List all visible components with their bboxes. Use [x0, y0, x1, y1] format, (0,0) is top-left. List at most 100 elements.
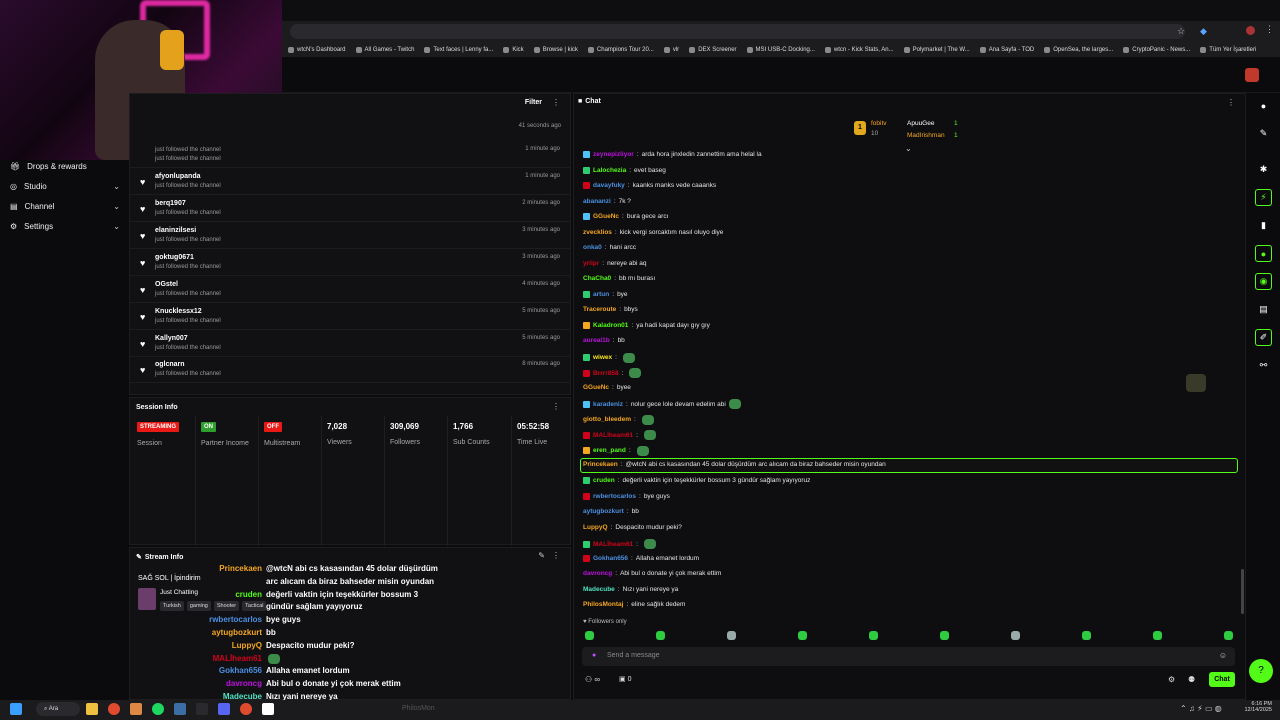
tray-icons[interactable]: ⌃ ♫ ⚡︎ ▭ ◍	[1180, 704, 1222, 713]
profile-avatar[interactable]	[1246, 26, 1255, 35]
chat-username[interactable]: GGueNc	[593, 213, 619, 220]
panel-menu-icon[interactable]: ⋮	[552, 98, 560, 107]
kick-help-button[interactable]: ?	[1249, 659, 1273, 683]
broadcast-icon[interactable]: ◉	[1255, 273, 1272, 290]
chat-username[interactable]: artun	[593, 291, 609, 298]
chat-username[interactable]: giotto_bleedem	[583, 416, 631, 423]
panel-menu-icon[interactable]: ⋮	[552, 402, 560, 411]
chat-username[interactable]: Kaladron01	[593, 322, 628, 329]
microphone-icon[interactable]: ●	[592, 652, 596, 659]
bookmark-item[interactable]: Polymarket | The W...	[903, 46, 970, 53]
target-icon[interactable]: ✱	[1255, 161, 1272, 178]
info-icon[interactable]: ●	[1255, 97, 1272, 114]
follower-name[interactable]: OGstel	[155, 281, 178, 288]
chat-username[interactable]: onka0	[583, 244, 602, 251]
sidebar-item-drops[interactable]: 🎁︎ Drops & rewards	[10, 162, 120, 171]
quick-emote-icon[interactable]	[1082, 631, 1091, 640]
clock[interactable]: 6:16 PM 12/14/2025	[1244, 701, 1272, 713]
bookmark-item[interactable]: Text faces | Lenny fa...	[424, 46, 493, 53]
chat-username[interactable]: Lalochezia	[593, 167, 626, 174]
settings-gear-icon[interactable]: ⚙	[1168, 675, 1175, 684]
share-icon[interactable]: ⚯	[1255, 357, 1272, 374]
bookmark-item[interactable]: Browse | kick	[533, 46, 578, 53]
chat-username[interactable]: ChaCha0	[583, 275, 611, 282]
bolt-icon[interactable]: ⚡︎	[1255, 189, 1272, 206]
filter-button[interactable]: Filter	[525, 99, 542, 106]
bookmark-item[interactable]: All Games - Twitch	[355, 46, 414, 53]
panel-menu-icon[interactable]: ⋮	[552, 551, 560, 560]
chat-input[interactable]: ● Send a message ☺	[582, 647, 1235, 666]
follower-name[interactable]: Knucklessx12	[155, 308, 202, 315]
chat-menu-icon[interactable]: ⋮	[1227, 98, 1235, 107]
edit-icon[interactable]: ✎	[538, 551, 545, 560]
chat-username[interactable]: davayfuky	[593, 182, 625, 189]
bookmark-item[interactable]: Kick	[503, 46, 524, 53]
steam-icon[interactable]	[174, 703, 186, 715]
chat-username[interactable]: Traceroute	[583, 306, 616, 313]
pen-icon[interactable]: ✎	[1255, 125, 1272, 142]
chrome-2-icon[interactable]	[240, 703, 252, 715]
stream-tag[interactable]: Turkish	[160, 601, 184, 611]
wrench-icon[interactable]: ✐	[1255, 329, 1272, 346]
follower-name[interactable]: goktug0671	[155, 254, 194, 261]
app-icon[interactable]	[130, 703, 142, 715]
file-explorer-icon[interactable]	[86, 703, 98, 715]
chat-username[interactable]: wiwex	[593, 354, 612, 361]
chat-username[interactable]: MALİheam61	[593, 432, 633, 439]
note-icon[interactable]: ▮	[1255, 217, 1272, 234]
quick-emote-icon[interactable]	[656, 631, 665, 640]
spotify-icon[interactable]	[152, 703, 164, 715]
chevron-down-icon[interactable]: ⌄	[905, 144, 912, 153]
follower-name[interactable]: oglcnarn	[155, 361, 185, 368]
chat-username[interactable]: MALİheam61	[593, 541, 633, 548]
chat-username[interactable]: zvecklios	[583, 229, 612, 236]
bookmark-item[interactable]: MSI USB-C Docking...	[746, 46, 815, 53]
chat-username[interactable]: davroncg	[583, 570, 612, 577]
chat-username[interactable]: Brrrr858	[593, 370, 619, 377]
follower-name[interactable]: elaninzilsesi	[155, 227, 196, 234]
top-gifter-name[interactable]: fobitv	[871, 120, 887, 127]
quick-emote-icon[interactable]	[869, 631, 878, 640]
sidebar-item-channel[interactable]: ▤ Channel ⌄	[10, 202, 120, 211]
users-icon[interactable]: ⚇ ∞	[585, 675, 600, 684]
chrome-icon[interactable]	[108, 703, 120, 715]
bookmark-item[interactable]: OpenSea, the larges...	[1044, 46, 1113, 53]
chat-username[interactable]: abananzi	[583, 198, 611, 205]
moderation-icon[interactable]: ⚉	[1188, 675, 1195, 684]
gifter-name[interactable]: MadIrishman	[907, 132, 945, 139]
stream-tag[interactable]: Tactical	[242, 601, 267, 611]
chat-username[interactable]: karadeniz	[593, 401, 623, 408]
chat-scrollbar[interactable]	[1241, 569, 1244, 614]
stream-tag[interactable]: gaming	[186, 601, 211, 611]
quick-emote-icon[interactable]	[1153, 631, 1162, 640]
stream-tag[interactable]: Shooter	[213, 601, 240, 611]
send-chat-button[interactable]: Chat	[1209, 672, 1235, 687]
xbox-icon[interactable]	[196, 703, 208, 715]
quick-emote-icon[interactable]	[1011, 631, 1020, 640]
layers-icon[interactable]: ▤	[1255, 301, 1272, 318]
quick-emote-icon[interactable]	[1224, 631, 1233, 640]
follower-name[interactable]: berq1907	[155, 200, 186, 207]
chat-username[interactable]: aytugbozkurt	[583, 508, 624, 515]
bookmark-item[interactable]: wtcN's Dashboard	[288, 46, 346, 53]
chat-username[interactable]: LuppyQ	[583, 524, 608, 531]
chat-username[interactable]: GGueNc	[583, 384, 609, 391]
quick-emote-icon[interactable]	[798, 631, 807, 640]
follower-name[interactable]: afyonlupanda	[155, 173, 201, 180]
emoji-icon[interactable]: ☺	[1219, 651, 1227, 660]
chat-username[interactable]: Madecube	[583, 586, 615, 593]
chat-username[interactable]: aureal1b	[583, 337, 610, 344]
sidebar-item-settings[interactable]: ⚙ Settings ⌄	[10, 222, 120, 231]
chat-username[interactable]: cruden	[593, 477, 615, 484]
chat-username[interactable]: rwbertocarlos	[593, 493, 636, 500]
browser-menu-icon[interactable]: ⋮	[1265, 24, 1274, 35]
bookmark-item[interactable]: DEX Screener	[689, 46, 737, 53]
quick-emote-icon[interactable]	[727, 631, 736, 640]
address-bar[interactable]	[290, 24, 1185, 39]
extension-icon[interactable]: ◆	[1200, 26, 1207, 37]
sidebar-item-studio[interactable]: ◎ Studio ⌄	[10, 182, 120, 191]
gifter-name[interactable]: ApuuGee	[907, 120, 934, 127]
chat-username[interactable]: Princekaen	[583, 461, 618, 468]
taskbar-search[interactable]: ⌕ Ara	[36, 702, 80, 716]
obs-icon[interactable]	[262, 703, 274, 715]
